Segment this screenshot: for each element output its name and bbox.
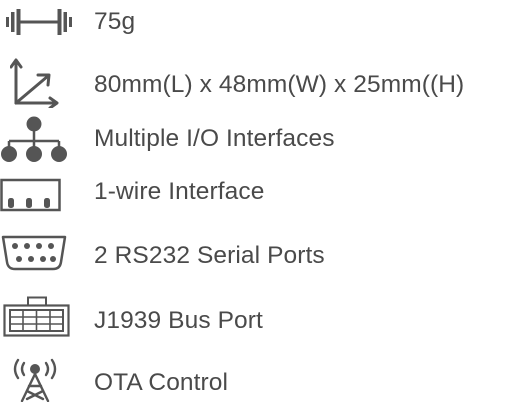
spec-item-bus-port: J1939 Bus Port <box>0 292 511 342</box>
spec-label-io-interfaces: Multiple I/O Interfaces <box>94 125 335 152</box>
spec-label-serial-ports: 2 RS232 Serial Ports <box>94 242 325 269</box>
spec-label-weight: 75g <box>94 8 136 35</box>
dimensions-axes-icon <box>10 56 62 108</box>
spec-label-dimensions: 80mm(L) x 48mm(W) x 25mm((H) <box>94 71 465 98</box>
dumbbell-icon <box>6 9 72 35</box>
spec-item-ota-control: OTA Control <box>0 354 511 404</box>
radio-tower-icon <box>12 356 58 402</box>
spec-label-bus-port: J1939 Bus Port <box>94 307 263 334</box>
serial-port-icon <box>0 234 68 272</box>
spec-item-dimensions: 80mm(L) x 48mm(W) x 25mm((H) <box>0 50 511 112</box>
spec-item-io-interfaces: Multiple I/O Interfaces <box>0 114 511 162</box>
spec-item-weight: 75g <box>0 0 511 46</box>
spec-label-one-wire: 1-wire Interface <box>94 178 265 205</box>
spec-label-ota-control: OTA Control <box>94 369 229 396</box>
spec-item-one-wire: 1-wire Interface <box>0 170 511 216</box>
spec-item-serial-ports: 2 RS232 Serial Ports <box>0 228 511 278</box>
spec-list: 75g 80mm(L) x 48mm(W) x 25mm((H) Multipl… <box>0 0 511 404</box>
network-hierarchy-icon <box>0 116 68 162</box>
one-wire-connector-icon <box>0 178 64 212</box>
bus-port-connector-icon <box>3 296 71 338</box>
